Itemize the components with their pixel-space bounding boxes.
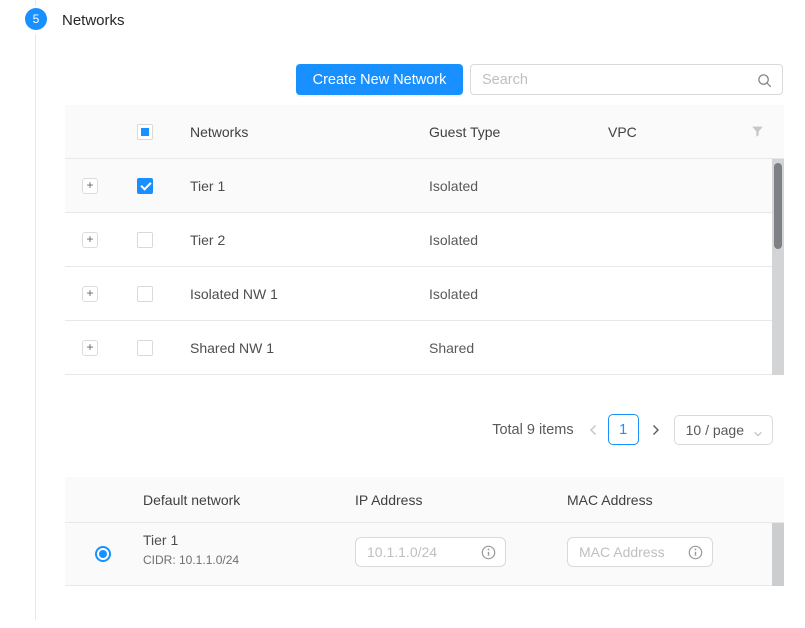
mac-address-field[interactable]: [567, 537, 713, 567]
network-name: Shared NW 1: [173, 340, 429, 356]
select-all-cell: [117, 124, 173, 140]
scrollbar-thumb[interactable]: [774, 163, 782, 249]
search-icon[interactable]: [757, 73, 772, 93]
guest-type: Isolated: [429, 232, 608, 248]
next-page-icon[interactable]: [651, 423, 661, 437]
default-network-radio[interactable]: [95, 546, 111, 562]
default-network-table-header: Default network IP Address MAC Address: [65, 477, 784, 523]
table-scrollbar[interactable]: [772, 159, 784, 375]
row-checkbox[interactable]: [137, 286, 153, 302]
step-title: Networks: [62, 12, 125, 29]
network-name: Tier 1: [173, 178, 429, 194]
guest-type: Shared: [429, 340, 608, 356]
column-header-networks: Networks: [173, 124, 429, 140]
step-connector-top: [35, 0, 36, 6]
network-name: Tier 2: [173, 232, 429, 248]
info-icon: [481, 545, 496, 565]
filter-icon[interactable]: [751, 125, 764, 141]
column-header-ip-address: IP Address: [355, 492, 567, 508]
column-header-default-network: Default network: [65, 492, 355, 508]
create-new-network-button[interactable]: Create New Network: [296, 64, 463, 95]
pagination: Total 9 items 1 10 / page: [370, 414, 773, 445]
select-all-checkbox[interactable]: [137, 124, 153, 140]
step-connector-line: [35, 34, 36, 620]
guest-type: Isolated: [429, 286, 608, 302]
networks-step-page: 5 Networks Create New Network Networks G…: [0, 0, 805, 628]
page-size-select[interactable]: 10 / page: [674, 415, 773, 445]
search-input[interactable]: [471, 65, 782, 94]
default-network-name-cell: Tier 1 CIDR: 10.1.1.0/24: [143, 532, 239, 567]
page-number-button[interactable]: 1: [608, 414, 639, 445]
ip-address-field[interactable]: [355, 537, 506, 567]
networks-table-header: Networks Guest Type VPC: [65, 105, 784, 159]
column-header-mac-address: MAC Address: [567, 492, 784, 508]
default-network-table: Default network IP Address MAC Address T…: [65, 477, 784, 586]
guest-type: Isolated: [429, 178, 608, 194]
pagination-total: Total 9 items: [492, 422, 573, 438]
chevron-down-icon: [753, 426, 763, 442]
network-cidr: CIDR: 10.1.1.0/24: [143, 553, 239, 567]
table-row[interactable]: + Tier 2 Isolated: [65, 213, 784, 267]
row-checkbox[interactable]: [137, 232, 153, 248]
page-size-value: 10 / page: [686, 422, 744, 438]
search-box[interactable]: [470, 64, 783, 95]
row-checkbox[interactable]: [137, 178, 153, 194]
table-row[interactable]: + Shared NW 1 Shared: [65, 321, 784, 375]
network-name: Isolated NW 1: [173, 286, 429, 302]
table-row[interactable]: + Tier 1 Isolated: [65, 159, 784, 213]
table-row[interactable]: + Isolated NW 1 Isolated: [65, 267, 784, 321]
expand-row-icon[interactable]: +: [82, 178, 98, 194]
prev-page-icon[interactable]: [588, 423, 598, 437]
info-icon: [688, 545, 703, 565]
column-header-guest-type: Guest Type: [429, 124, 608, 140]
expand-row-icon[interactable]: +: [82, 340, 98, 356]
expand-row-icon[interactable]: +: [82, 232, 98, 248]
network-name: Tier 1: [143, 532, 239, 548]
default-network-row[interactable]: Tier 1 CIDR: 10.1.1.0/24: [65, 523, 784, 586]
networks-table: Networks Guest Type VPC + Tier 1 Isolate…: [65, 105, 784, 375]
row-checkbox[interactable]: [137, 340, 153, 356]
step-number-badge: 5: [25, 8, 47, 30]
table-scrollbar[interactable]: [772, 523, 784, 586]
expand-row-icon[interactable]: +: [82, 286, 98, 302]
